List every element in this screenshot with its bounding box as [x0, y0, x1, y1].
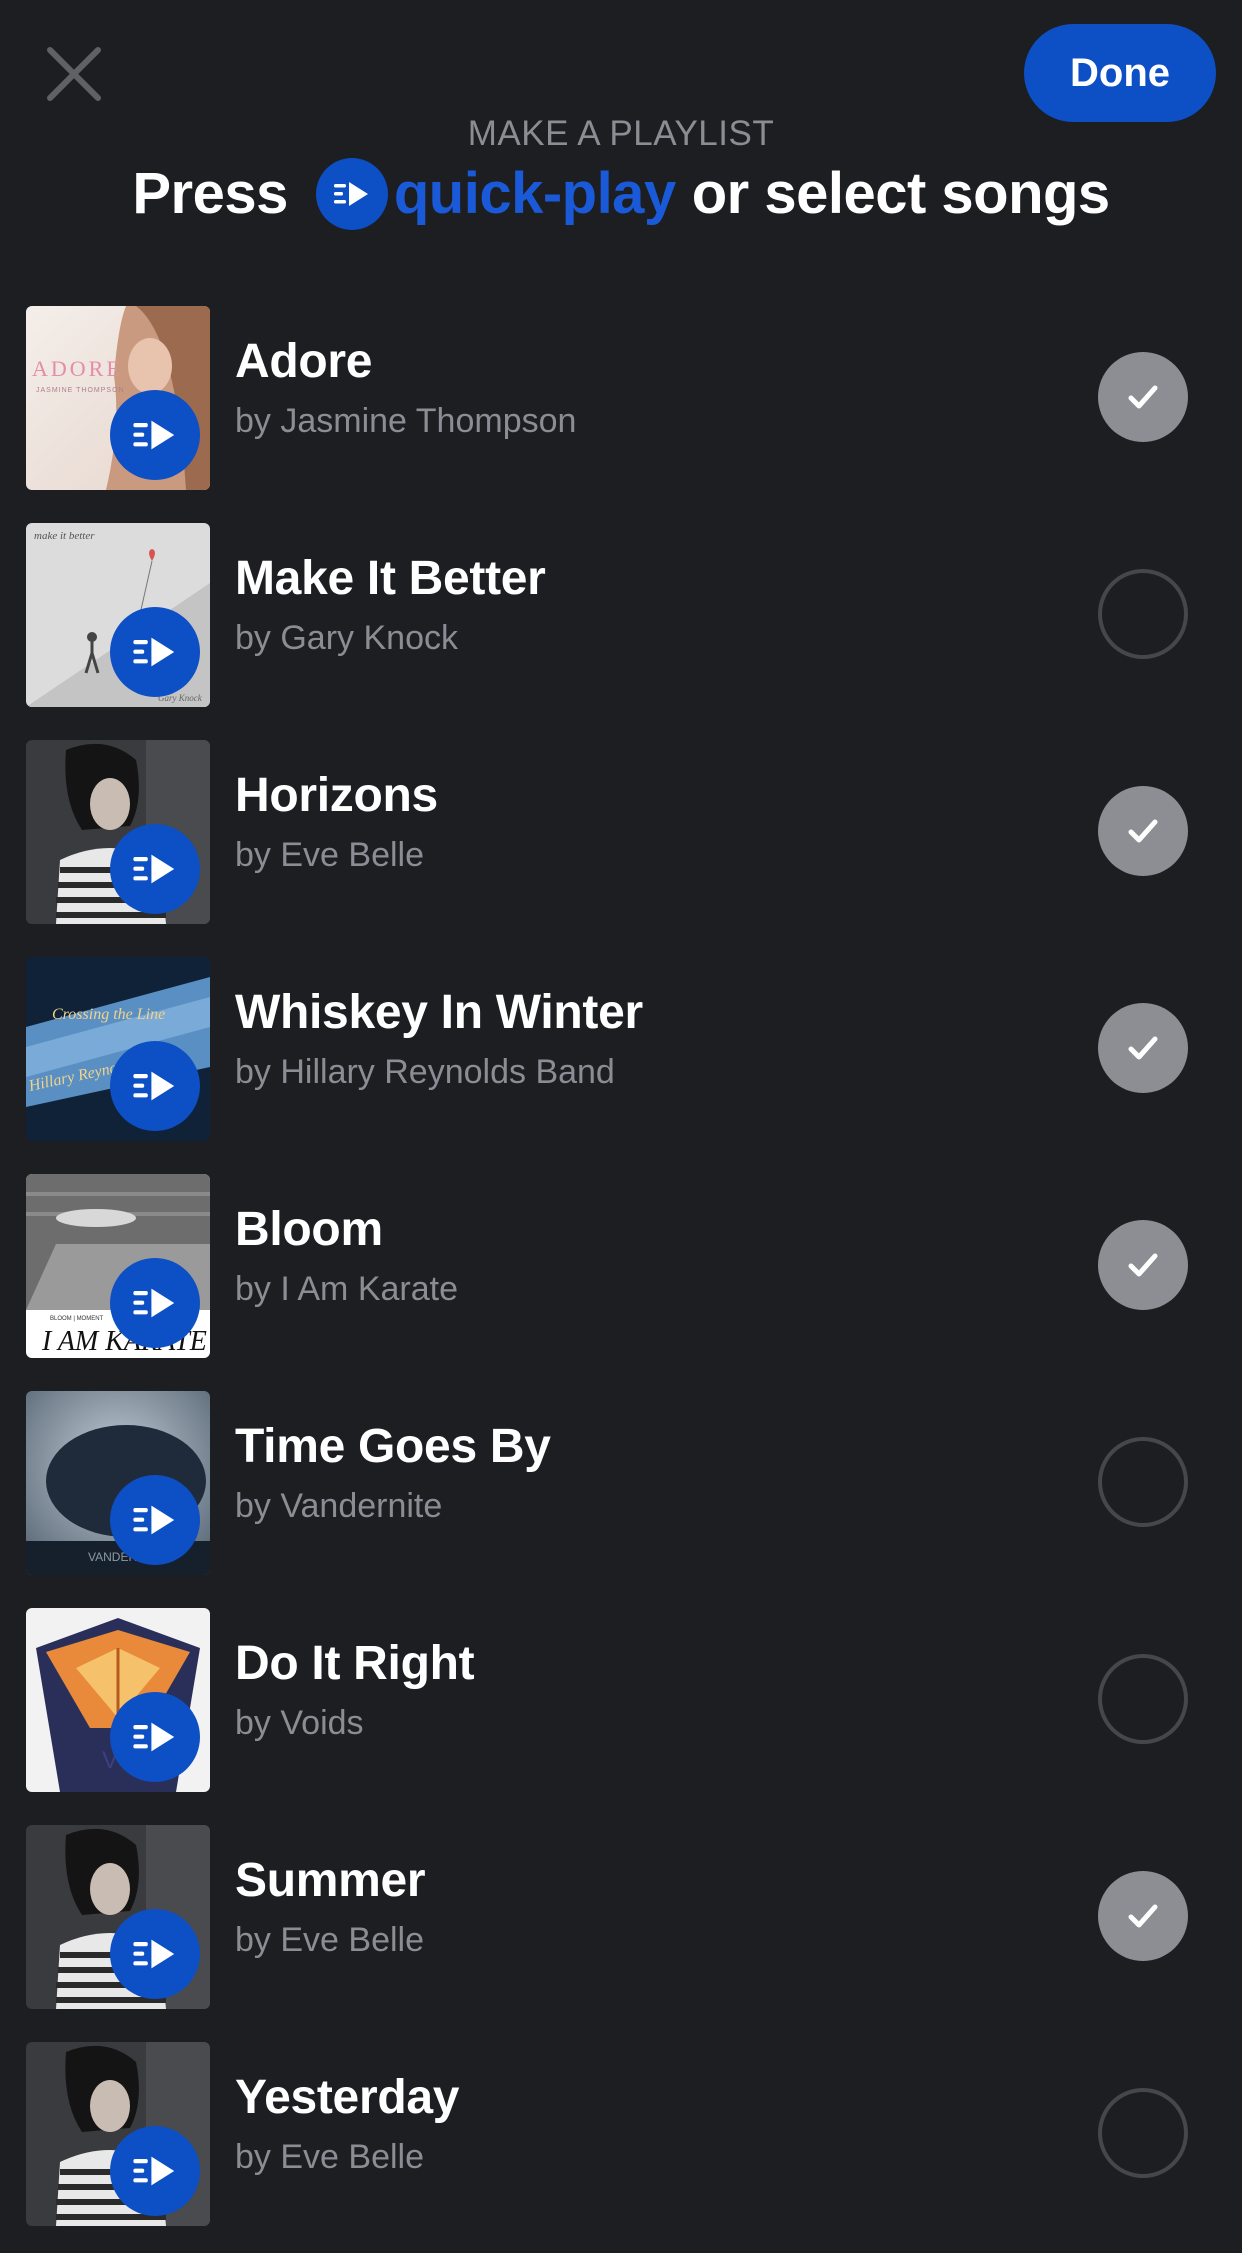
- song-artist: by I Am Karate: [235, 1270, 458, 1308]
- song-title: Whiskey In Winter: [235, 986, 643, 1039]
- quick-play-button[interactable]: [110, 824, 200, 914]
- quick-play-icon: [133, 637, 175, 667]
- song-row[interactable]: BLOOM | MOMENT I AM KARATE Bloom by I Am…: [0, 1168, 1242, 1385]
- svg-text:ADORE: ADORE: [32, 356, 123, 381]
- album-art: make it better Gary Knock: [26, 523, 210, 707]
- quick-play-icon: [133, 2156, 175, 2186]
- checkmark-icon: [1128, 1253, 1158, 1277]
- quick-play-icon: [133, 1505, 175, 1535]
- quick-play-icon: [133, 1939, 175, 1969]
- quick-play-button[interactable]: [110, 1258, 200, 1348]
- song-artist: by Vandernite: [235, 1487, 443, 1525]
- album-art: VO: [26, 1608, 210, 1792]
- song-title: Horizons: [235, 769, 438, 822]
- select-checkbox[interactable]: [1098, 352, 1188, 442]
- quick-play-button[interactable]: [110, 390, 200, 480]
- album-art: [26, 2042, 210, 2226]
- song-title: Yesterday: [235, 2071, 460, 2124]
- quick-play-icon: [133, 1722, 175, 1752]
- song-title: Summer: [235, 1854, 426, 1907]
- select-checkbox[interactable]: [1098, 1220, 1188, 1310]
- svg-text:Crossing the Line: Crossing the Line: [52, 1006, 165, 1023]
- svg-text:JASMINE THOMPSON: JASMINE THOMPSON: [36, 387, 125, 394]
- select-checkbox[interactable]: [1098, 2088, 1188, 2178]
- song-row[interactable]: ADORE JASMINE THOMPSON Adore by Jasmine …: [0, 300, 1242, 517]
- album-art: ADORE JASMINE THOMPSON: [26, 306, 210, 490]
- quick-play-icon: [133, 1071, 175, 1101]
- quick-play-button[interactable]: [110, 1041, 200, 1131]
- song-list: ADORE JASMINE THOMPSON Adore by Jasmine …: [0, 300, 1242, 2253]
- select-checkbox[interactable]: [1098, 1003, 1188, 1093]
- checkmark-icon: [1128, 1036, 1158, 1060]
- album-art: VANDERNITE: [26, 1391, 210, 1575]
- song-artist: by Jasmine Thompson: [235, 402, 577, 440]
- select-checkbox[interactable]: [1098, 569, 1188, 659]
- song-artist: by Eve Belle: [235, 836, 424, 874]
- close-icon: [47, 47, 101, 101]
- quick-play-icon: [315, 158, 388, 230]
- song-artist: by Voids: [235, 1704, 364, 1742]
- headline-prefix: Press: [132, 161, 288, 226]
- album-art: [26, 1825, 210, 2009]
- quick-play-icon: [133, 420, 175, 450]
- song-artist: by Gary Knock: [235, 619, 458, 657]
- done-button[interactable]: Done: [1024, 24, 1216, 122]
- svg-text:make it better: make it better: [34, 530, 95, 542]
- page-title: Press quick-play or select songs: [0, 158, 1242, 230]
- select-checkbox[interactable]: [1098, 1437, 1188, 1527]
- headline-suffix: or select songs: [691, 161, 1110, 226]
- checkmark-icon: [1128, 1904, 1158, 1928]
- select-checkbox[interactable]: [1098, 786, 1188, 876]
- quick-play-icon: [133, 1288, 175, 1318]
- quick-play-button[interactable]: [110, 607, 200, 697]
- song-artist: by Hillary Reynolds Band: [235, 1053, 615, 1091]
- song-title: Time Goes By: [235, 1420, 551, 1473]
- svg-text:BLOOM | MOMENT: BLOOM | MOMENT: [50, 1316, 104, 1322]
- page-subtitle: MAKE A PLAYLIST: [467, 114, 775, 153]
- checkmark-icon: [1128, 819, 1158, 843]
- song-row[interactable]: Crossing the Line Hillary Reynolds Whisk…: [0, 951, 1242, 1168]
- song-row[interactable]: Summer by Eve Belle: [0, 1819, 1242, 2036]
- quick-play-button[interactable]: [110, 1909, 200, 1999]
- song-title: Adore: [235, 335, 373, 388]
- checkmark-icon: [1128, 385, 1158, 409]
- song-title: Make It Better: [235, 552, 546, 605]
- headline-accent: quick-play: [393, 161, 676, 226]
- song-row[interactable]: VANDERNITE Time Goes By by Vandernite: [0, 1385, 1242, 1602]
- quick-play-button[interactable]: [110, 1692, 200, 1782]
- song-row[interactable]: Horizons by Eve Belle: [0, 734, 1242, 951]
- quick-play-icon: [133, 854, 175, 884]
- song-artist: by Eve Belle: [235, 2138, 424, 2176]
- song-title: Do It Right: [235, 1637, 475, 1690]
- song-row[interactable]: VO Do It Right by Voids: [0, 1602, 1242, 1819]
- album-art: [26, 740, 210, 924]
- close-button[interactable]: [44, 44, 104, 104]
- album-art: Crossing the Line Hillary Reynolds: [26, 957, 210, 1141]
- quick-play-button[interactable]: [110, 2126, 200, 2216]
- quick-play-button[interactable]: [110, 1475, 200, 1565]
- select-checkbox[interactable]: [1098, 1654, 1188, 1744]
- song-row[interactable]: make it better Gary Knock Make It Better…: [0, 517, 1242, 734]
- album-art: BLOOM | MOMENT I AM KARATE: [26, 1174, 210, 1358]
- song-title: Bloom: [235, 1203, 383, 1256]
- select-checkbox[interactable]: [1098, 1871, 1188, 1961]
- song-artist: by Eve Belle: [235, 1921, 424, 1959]
- song-row[interactable]: Yesterday by Eve Belle: [0, 2036, 1242, 2253]
